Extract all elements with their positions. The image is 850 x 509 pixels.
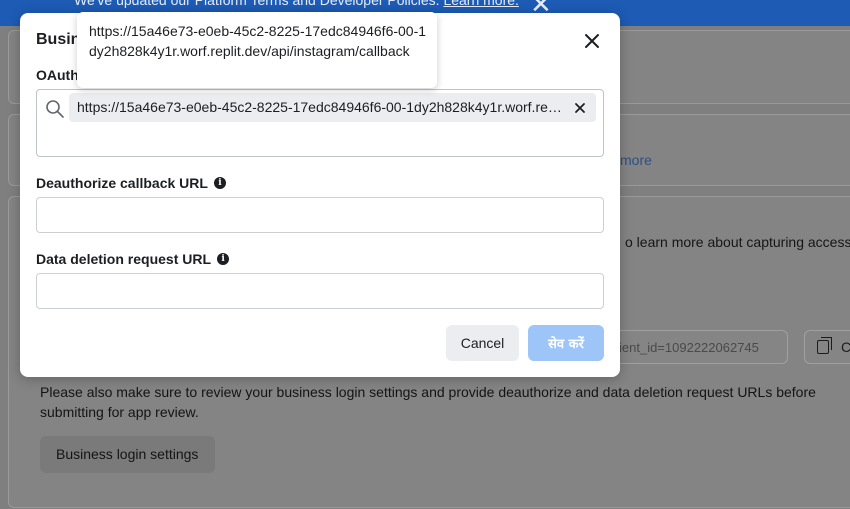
close-icon[interactable] xyxy=(580,29,604,53)
business-login-settings-button[interactable]: Business login settings xyxy=(40,436,215,473)
cancel-button[interactable]: Cancel xyxy=(446,325,519,361)
oauth-redirect-uris-field[interactable]: https://15a46e73-e0eb-45c2-8225-17edc849… xyxy=(36,89,604,157)
oauth-uri-token[interactable]: https://15a46e73-e0eb-45c2-8225-17edc849… xyxy=(69,93,596,122)
client-id-field[interactable]: ient_id=1092222062745 xyxy=(604,330,788,364)
deauthorize-callback-url-input[interactable] xyxy=(36,197,604,233)
background-more-link[interactable]: more xyxy=(620,152,652,168)
search-icon xyxy=(46,100,64,118)
deauthorize-callback-label: Deauthorize callback URL i xyxy=(36,175,226,191)
data-deletion-label: Data deletion request URL i xyxy=(36,251,230,267)
copy-button[interactable]: C xyxy=(804,330,850,364)
uri-tooltip: https://15a46e73-e0eb-45c2-8225-17edc849… xyxy=(77,12,437,88)
remove-token-icon[interactable] xyxy=(571,99,589,117)
oauth-uri-token-text: https://15a46e73-e0eb-45c2-8225-17edc849… xyxy=(77,99,563,115)
policy-banner-text: We've updated our Platform Terms and Dev… xyxy=(74,0,519,8)
banner-learn-more-link[interactable]: Learn more. xyxy=(443,0,518,8)
background-learn-text: o learn more about capturing access xyxy=(625,234,850,250)
info-icon[interactable]: i xyxy=(217,253,230,265)
save-button[interactable]: सेव करें xyxy=(528,325,604,361)
data-deletion-request-url-input[interactable] xyxy=(36,273,604,309)
review-instructions: Please also make sure to review your bus… xyxy=(40,384,816,420)
copy-icon xyxy=(817,337,832,354)
info-icon[interactable]: i xyxy=(213,177,226,189)
